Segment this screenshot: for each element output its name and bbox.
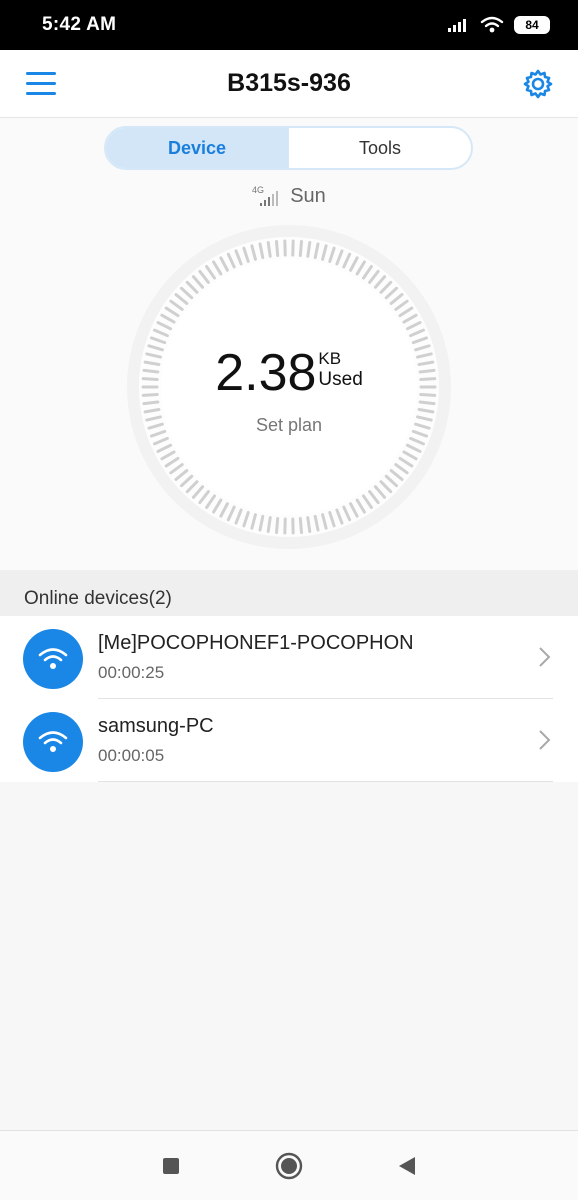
device-name: samsung-PC <box>98 715 214 737</box>
network-signal-icon: 4G <box>252 185 279 206</box>
svg-text:4G: 4G <box>252 185 264 195</box>
wifi-icon <box>38 648 68 669</box>
device-list: [Me]POCOPHONEF1-POCOPHON 00:00:25 samsun… <box>0 616 578 782</box>
online-devices-header: Online devices(2) <box>0 570 578 616</box>
device-duration: 00:00:05 <box>98 746 165 765</box>
status-icons: 84 <box>448 16 550 34</box>
tab-switcher: Device Tools <box>104 126 473 170</box>
app-bar: B315s-936 <box>0 50 578 118</box>
settings-button[interactable] <box>522 68 554 100</box>
square-icon <box>163 1157 179 1174</box>
status-time: 5:42 AM <box>42 14 117 35</box>
menu-icon <box>26 72 56 75</box>
chevron-right-icon <box>539 730 551 750</box>
usage-gauge[interactable]: 2.38 KB Used Set plan <box>124 222 454 552</box>
overview-section: Device Tools 4G Sun 2.38 KB Used Set pla… <box>0 118 578 570</box>
device-name: [Me]POCOPHONEF1-POCOPHON <box>98 632 414 654</box>
empty-area <box>0 782 578 1130</box>
menu-button[interactable] <box>26 72 56 96</box>
page-title: B315s-936 <box>227 69 351 97</box>
recents-button[interactable] <box>156 1151 186 1181</box>
wifi-icon <box>38 731 68 752</box>
system-nav-bar <box>0 1130 578 1200</box>
operator-name: Sun <box>290 184 326 207</box>
list-item[interactable]: samsung-PC 00:00:05 <box>0 699 578 782</box>
usage-unit: KB <box>318 348 342 368</box>
back-triangle-icon <box>399 1156 415 1175</box>
circle-icon <box>275 1152 303 1179</box>
wifi-icon <box>480 16 504 33</box>
back-button[interactable] <box>392 1151 422 1181</box>
usage-readout: 2.38 KB Used Set plan <box>124 222 454 552</box>
signal-icon <box>448 19 466 32</box>
set-plan-link[interactable]: Set plan <box>256 415 322 436</box>
tab-tools[interactable]: Tools <box>288 128 471 168</box>
chevron-right-icon <box>539 647 551 667</box>
status-bar: 5:42 AM 84 <box>0 0 578 50</box>
usage-label: Used <box>318 368 363 390</box>
tab-device[interactable]: Device <box>106 128 288 168</box>
network-status: 4G Sun <box>0 182 578 210</box>
device-avatar <box>23 712 83 772</box>
device-duration: 00:00:25 <box>98 663 165 682</box>
home-button[interactable] <box>274 1151 304 1181</box>
usage-value: 2.38 <box>215 343 317 402</box>
list-item[interactable]: [Me]POCOPHONEF1-POCOPHON 00:00:25 <box>0 616 578 699</box>
device-avatar <box>23 629 83 689</box>
battery-icon: 84 <box>514 16 550 34</box>
gear-icon <box>523 69 553 99</box>
